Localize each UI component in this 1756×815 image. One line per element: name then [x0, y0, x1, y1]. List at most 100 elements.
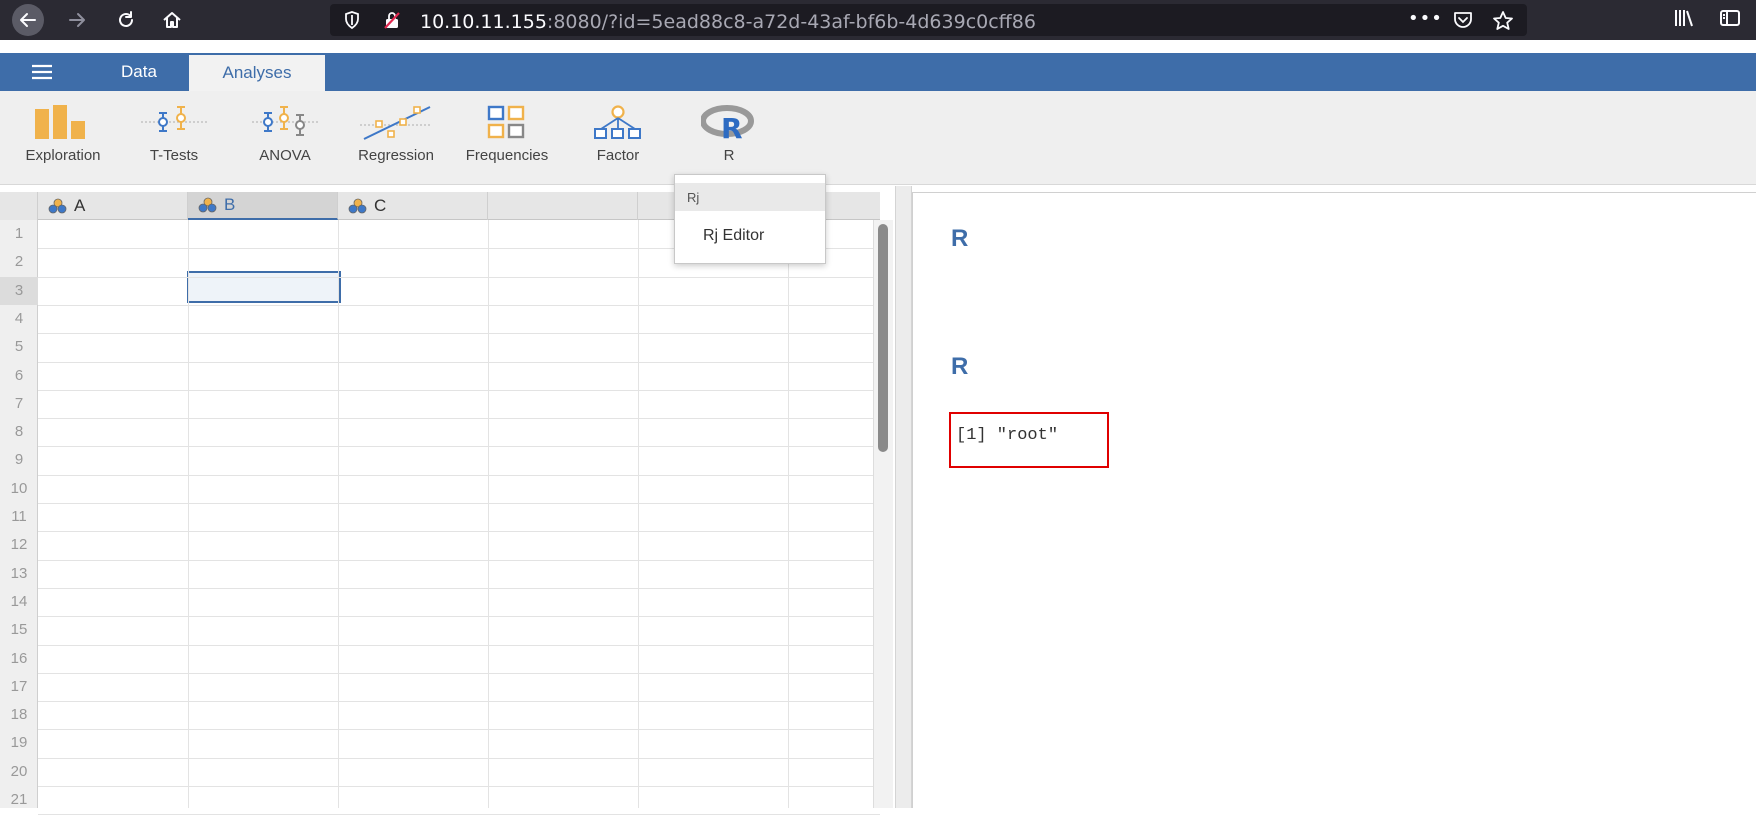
- grid-row-line: [38, 446, 880, 448]
- nominal-variable-icon: [48, 198, 67, 214]
- svg-text:R: R: [721, 112, 743, 141]
- r-logo-icon: R: [701, 105, 754, 141]
- row-number[interactable]: 11: [0, 503, 38, 531]
- row-number[interactable]: 6: [0, 362, 38, 390]
- factor-button[interactable]: Factor: [568, 91, 668, 185]
- home-button[interactable]: [156, 4, 188, 36]
- grid-column-line: [338, 220, 339, 808]
- sidebar-icon[interactable]: [1718, 6, 1742, 30]
- corner-cell: [0, 192, 38, 220]
- grid-row-line: [38, 757, 880, 759]
- column-header-c[interactable]: C: [338, 192, 488, 220]
- row-number[interactable]: 2: [0, 248, 38, 276]
- row-number[interactable]: 8: [0, 418, 38, 446]
- menu-item-rj-editor[interactable]: Rj Editor: [703, 227, 764, 245]
- insecure-lock-icon[interactable]: [382, 10, 402, 30]
- row-number[interactable]: 3: [0, 276, 38, 305]
- regression-button[interactable]: Regression: [346, 91, 446, 185]
- regression-label: Regression: [358, 147, 434, 164]
- frequencies-button[interactable]: Frequencies: [457, 91, 557, 185]
- row-number[interactable]: 16: [0, 645, 38, 673]
- grid-row-line: [38, 389, 880, 391]
- result-heading: R: [951, 225, 969, 252]
- grid-row-line: [38, 418, 880, 420]
- r-button[interactable]: R R: [679, 91, 779, 185]
- grid-row-line: [38, 587, 880, 589]
- url-text[interactable]: 10.10.11.155:8080/?id=5ead88c8-a72d-43af…: [420, 11, 1036, 33]
- vertical-scrollbar[interactable]: [873, 220, 893, 808]
- ttests-icon: [141, 106, 207, 132]
- row-number[interactable]: 1: [0, 220, 38, 248]
- anova-label: ANOVA: [259, 147, 311, 164]
- exploration-label: Exploration: [25, 147, 101, 164]
- row-number[interactable]: 7: [0, 390, 38, 418]
- grid-row-line: [38, 531, 880, 533]
- reload-button[interactable]: [110, 4, 142, 36]
- result-heading: R: [951, 353, 969, 380]
- grid-row-line: [38, 559, 880, 561]
- column-name-c: C: [374, 196, 387, 215]
- column-header-a[interactable]: A: [38, 192, 188, 220]
- row-number[interactable]: 20: [0, 758, 38, 786]
- reload-icon: [119, 11, 133, 27]
- row-number[interactable]: 17: [0, 673, 38, 701]
- row-number[interactable]: 4: [0, 305, 38, 333]
- grid-row-line: [38, 616, 880, 618]
- row-number[interactable]: 5: [0, 333, 38, 361]
- column-name-a: A: [74, 196, 86, 215]
- url-bar[interactable]: 10.10.11.155:8080/?id=5ead88c8-a72d-43af…: [330, 4, 1527, 36]
- grid-row-line: [38, 304, 880, 306]
- r-output: [1] "root": [949, 412, 1109, 468]
- frequencies-label: Frequencies: [465, 147, 549, 164]
- grid-column-line: [488, 220, 489, 808]
- row-number-column: 1 2 3 4 5 6 7 8 9 10 11 12 13 14 15 16 17 18 19 20 21: [0, 220, 38, 808]
- app-header: Data Analyses: [0, 53, 1756, 91]
- regression-icon: [360, 106, 431, 140]
- library-icon[interactable]: [1672, 6, 1696, 30]
- hamburger-menu-icon[interactable]: [30, 62, 54, 82]
- row-number[interactable]: 10: [0, 475, 38, 503]
- factor-label: Factor: [596, 147, 640, 164]
- factor-icon: [594, 105, 641, 139]
- grid-row-line: [38, 644, 880, 646]
- grid-row-line: [38, 361, 880, 363]
- nominal-variable-icon: [198, 197, 217, 213]
- star-icon[interactable]: [1492, 10, 1514, 32]
- arrow-left-icon: [20, 13, 36, 27]
- cell-grid[interactable]: [38, 220, 880, 815]
- row-number[interactable]: 13: [0, 560, 38, 588]
- grid-column-line: [188, 220, 189, 808]
- r-dropdown-menu: Rj Rj Editor: [674, 174, 826, 264]
- row-number[interactable]: 14: [0, 588, 38, 616]
- anova-button[interactable]: ANOVA: [235, 91, 335, 185]
- scrollbar-thumb[interactable]: [878, 224, 888, 452]
- data-spreadsheet: A B C 1 2 3 4 5 6 7 8 9 10 11 12 13 14 15 16 17 18 19 20 21: [0, 186, 895, 815]
- shield-icon[interactable]: [342, 10, 362, 30]
- back-button[interactable]: [12, 4, 44, 36]
- more-actions-icon[interactable]: •••: [1408, 8, 1443, 29]
- column-name-b: B: [224, 195, 236, 214]
- forward-button[interactable]: [61, 4, 93, 36]
- arrow-right-icon: [69, 13, 85, 27]
- r-label: R: [723, 147, 735, 164]
- row-number[interactable]: 18: [0, 701, 38, 729]
- row-number[interactable]: 9: [0, 446, 38, 474]
- ttests-button[interactable]: T-Tests: [124, 91, 224, 185]
- grid-row-line: [38, 701, 880, 703]
- pocket-icon[interactable]: [1452, 10, 1474, 30]
- row-number[interactable]: 12: [0, 531, 38, 559]
- url-host: 10.10.11.155: [420, 11, 547, 33]
- exploration-button[interactable]: Exploration: [13, 91, 113, 185]
- column-header-empty[interactable]: [488, 192, 638, 220]
- tab-analyses[interactable]: Analyses: [189, 55, 325, 91]
- grid-row-line: [38, 729, 880, 731]
- column-header-b[interactable]: B: [188, 192, 338, 220]
- results-panel: R R [1] "root": [912, 192, 1756, 808]
- panel-splitter[interactable]: [895, 186, 912, 808]
- grid-row-line: [38, 474, 880, 476]
- row-number[interactable]: 15: [0, 616, 38, 644]
- tab-data[interactable]: Data: [100, 53, 178, 91]
- row-number[interactable]: 19: [0, 729, 38, 757]
- row-number[interactable]: 21: [0, 786, 38, 814]
- ttests-label: T-Tests: [149, 147, 199, 164]
